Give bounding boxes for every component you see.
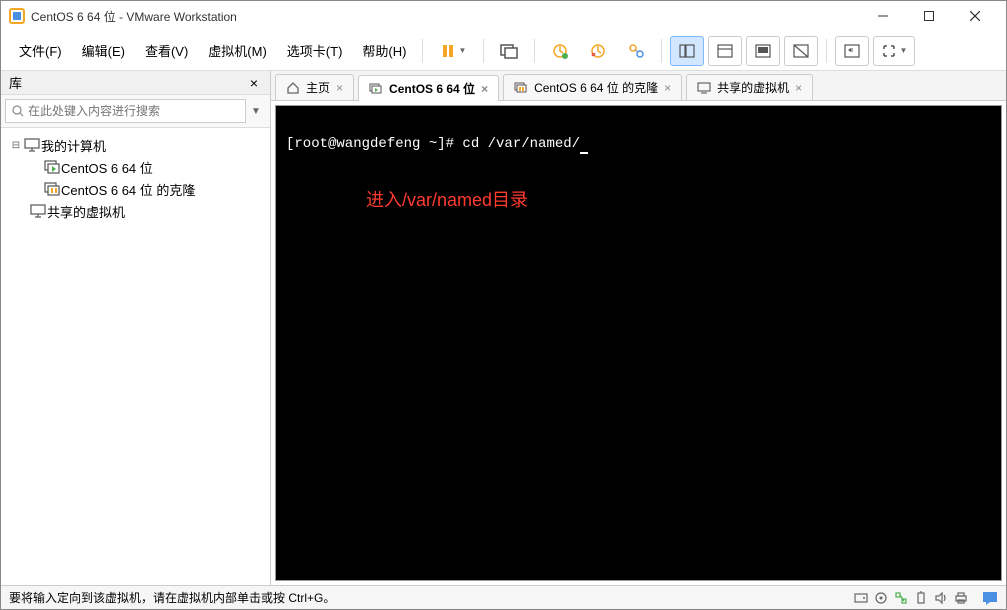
vm-paused-icon bbox=[514, 82, 528, 94]
tree-node-vm-centos-clone[interactable]: CentOS 6 64 位 的克隆 bbox=[5, 178, 266, 200]
tab-label: CentOS 6 64 位 的克隆 bbox=[534, 79, 658, 96]
tray-message-icon[interactable] bbox=[982, 591, 998, 605]
fullscreen-button[interactable] bbox=[835, 36, 869, 66]
maximize-button[interactable] bbox=[906, 1, 952, 31]
tray-sound-icon[interactable] bbox=[934, 591, 948, 605]
statusbar: 要将输入定向到该虚拟机，请在虚拟机内部单击或按 Ctrl+G。 bbox=[1, 585, 1006, 609]
titlebar: CentOS 6 64 位 - VMware Workstation bbox=[1, 1, 1006, 31]
terminal-viewport[interactable]: [root@wangdefeng ~]# cd /var/named/ 进入/v… bbox=[275, 105, 1002, 581]
snapshot-button[interactable] bbox=[543, 36, 577, 66]
sidebar-title: 库 bbox=[9, 73, 246, 92]
close-button[interactable] bbox=[952, 1, 998, 31]
terminal-line: [root@wangdefeng ~]# cd /var/named/ bbox=[286, 136, 580, 152]
menubar: 文件(F) 编辑(E) 查看(V) 虚拟机(M) 选项卡(T) 帮助(H) ▼ … bbox=[1, 31, 1006, 71]
tree-node-shared-vms[interactable]: 共享的虚拟机 bbox=[5, 200, 266, 222]
menu-vm[interactable]: 虚拟机(M) bbox=[198, 35, 277, 66]
unity-button[interactable] bbox=[784, 36, 818, 66]
dropdown-caret-icon: ▼ bbox=[899, 46, 907, 55]
tab-centos[interactable]: CentOS 6 64 位 × bbox=[358, 75, 499, 101]
tab-close-button[interactable]: × bbox=[664, 81, 671, 95]
tab-label: 主页 bbox=[306, 79, 330, 96]
status-tray bbox=[854, 591, 998, 605]
tree-node-my-computer[interactable]: ⊟ 我的计算机 bbox=[5, 134, 266, 156]
sidebar-search: ▼ bbox=[1, 95, 270, 128]
vm-paused-icon bbox=[43, 182, 61, 196]
tab-centos-clone[interactable]: CentOS 6 64 位 的克隆 × bbox=[503, 74, 682, 100]
cursor bbox=[580, 136, 588, 154]
sidebar-close-button[interactable]: × bbox=[246, 75, 262, 91]
sidebar-header: 库 × bbox=[1, 71, 270, 95]
tab-label: 共享的虚拟机 bbox=[717, 79, 789, 96]
pause-button[interactable]: ▼ bbox=[431, 36, 475, 66]
main-area: 主页 × CentOS 6 64 位 × CentOS 6 64 位 的克隆 × bbox=[271, 71, 1006, 585]
minimize-button[interactable] bbox=[860, 1, 906, 31]
dropdown-caret-icon: ▼ bbox=[458, 46, 466, 55]
window-title: CentOS 6 64 位 - VMware Workstation bbox=[31, 8, 860, 25]
tray-cd-icon[interactable] bbox=[874, 591, 888, 605]
tree-label: CentOS 6 64 位 bbox=[61, 158, 153, 177]
tab-home[interactable]: 主页 × bbox=[275, 74, 354, 100]
send-ctrl-alt-del-button[interactable] bbox=[492, 36, 526, 66]
app-icon bbox=[9, 8, 25, 24]
collapse-icon[interactable]: ⊟ bbox=[9, 140, 23, 151]
snapshot-revert-button[interactable] bbox=[581, 36, 615, 66]
tree-label: CentOS 6 64 位 的克隆 bbox=[61, 180, 195, 199]
separator bbox=[422, 39, 423, 63]
tab-close-button[interactable]: × bbox=[795, 81, 802, 95]
computer-icon bbox=[23, 138, 41, 152]
snapshot-manager-button[interactable] bbox=[619, 36, 653, 66]
tab-shared[interactable]: 共享的虚拟机 × bbox=[686, 74, 813, 100]
tab-label: CentOS 6 64 位 bbox=[389, 80, 475, 97]
menu-file[interactable]: 文件(F) bbox=[9, 35, 72, 66]
tree-label: 共享的虚拟机 bbox=[47, 202, 125, 221]
separator bbox=[826, 39, 827, 63]
vm-running-icon bbox=[43, 160, 61, 174]
view-single-button[interactable] bbox=[708, 36, 742, 66]
view-console-button[interactable] bbox=[746, 36, 780, 66]
view-thumbnails-button[interactable] bbox=[670, 36, 704, 66]
tray-printer-icon[interactable] bbox=[954, 591, 968, 605]
tab-close-button[interactable]: × bbox=[481, 82, 488, 96]
menu-edit[interactable]: 编辑(E) bbox=[72, 35, 135, 66]
terminal-content: [root@wangdefeng ~]# cd /var/named/ bbox=[276, 106, 1001, 164]
separator bbox=[483, 39, 484, 63]
tree-node-vm-centos[interactable]: CentOS 6 64 位 bbox=[5, 156, 266, 178]
menu-view[interactable]: 查看(V) bbox=[135, 35, 198, 66]
search-icon bbox=[12, 105, 24, 117]
sidebar: 库 × ▼ ⊟ 我的计算机 bbox=[1, 71, 271, 585]
status-message: 要将输入定向到该虚拟机，请在虚拟机内部单击或按 Ctrl+G。 bbox=[9, 589, 854, 606]
tray-usb-icon[interactable] bbox=[914, 591, 928, 605]
separator bbox=[534, 39, 535, 63]
vm-tree: ⊟ 我的计算机 CentOS 6 64 位 CentOS 6 64 位 的克隆 bbox=[1, 128, 270, 585]
window-controls bbox=[860, 1, 998, 31]
tray-network-icon[interactable] bbox=[894, 591, 908, 605]
separator bbox=[661, 39, 662, 63]
tree-label: 我的计算机 bbox=[41, 136, 106, 155]
shared-icon bbox=[29, 204, 47, 218]
search-input[interactable] bbox=[28, 104, 239, 118]
tab-close-button[interactable]: × bbox=[336, 81, 343, 95]
search-box[interactable] bbox=[5, 99, 246, 123]
stretch-button[interactable]: ▼ bbox=[873, 36, 915, 66]
tabbar: 主页 × CentOS 6 64 位 × CentOS 6 64 位 的克隆 × bbox=[271, 71, 1006, 101]
home-icon bbox=[286, 81, 300, 95]
annotation-text: 进入/var/named目录 bbox=[366, 186, 528, 212]
body: 库 × ▼ ⊟ 我的计算机 bbox=[1, 71, 1006, 585]
vm-running-icon bbox=[369, 83, 383, 95]
tray-disk-icon[interactable] bbox=[854, 591, 868, 605]
menu-help[interactable]: 帮助(H) bbox=[352, 35, 416, 66]
search-dropdown-button[interactable]: ▼ bbox=[246, 106, 266, 117]
shared-icon bbox=[697, 82, 711, 94]
menu-tabs[interactable]: 选项卡(T) bbox=[277, 35, 353, 66]
